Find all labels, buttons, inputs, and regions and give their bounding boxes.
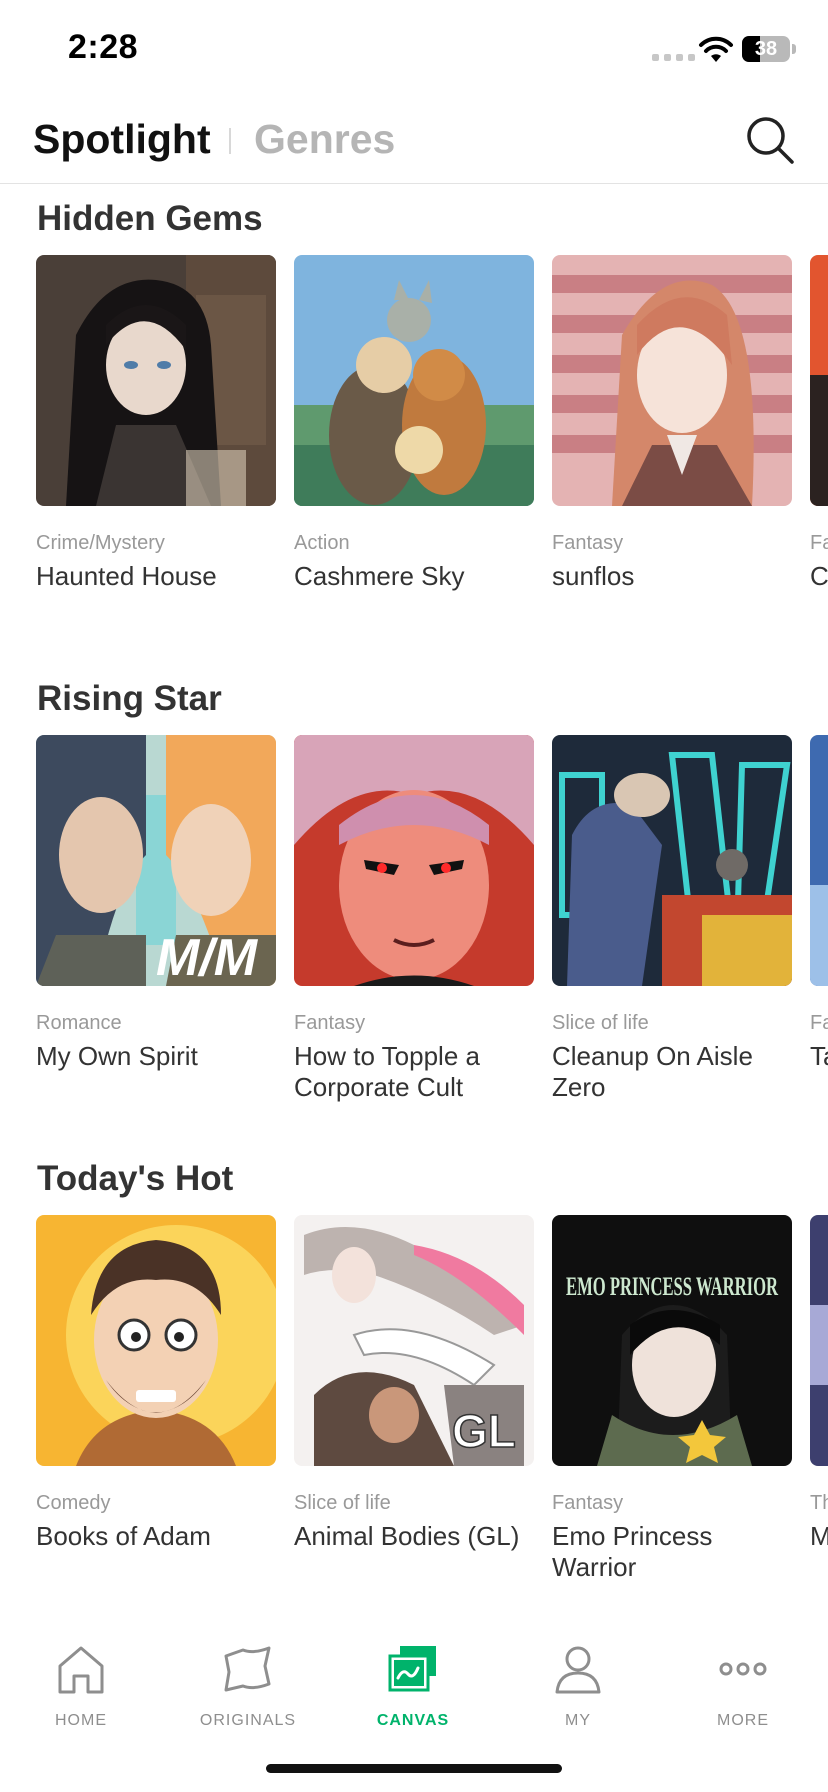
- cover-text: GL: [452, 1405, 516, 1457]
- section-title: Rising Star: [37, 679, 222, 718]
- tab-genres[interactable]: Genres: [254, 116, 395, 163]
- series-card[interactable]: Fa Ta: [810, 735, 828, 1072]
- series-title: How to Topple a Corporate Cult: [294, 1041, 480, 1102]
- series-genre: Crime/Mystery: [36, 532, 165, 554]
- series-cover: M/M: [36, 735, 276, 986]
- originals-icon: [224, 1646, 271, 1692]
- tab-spotlight[interactable]: Spotlight: [33, 116, 211, 163]
- canvas-icon: [388, 1646, 436, 1692]
- series-genre: Fa: [810, 1012, 828, 1034]
- series-title: Cashmere Sky: [294, 561, 465, 591]
- nav-more[interactable]: MORE: [678, 1642, 808, 1730]
- series-card[interactable]: EMO PRINCESS WARRIOR Fantasy Emo Princes…: [552, 1215, 792, 1583]
- series-cover: EMO PRINCESS WARRIOR: [552, 1215, 792, 1466]
- battery-icon: 38: [742, 36, 790, 62]
- nav-originals[interactable]: ORIGINALS: [183, 1642, 313, 1730]
- search-icon[interactable]: [744, 114, 796, 166]
- series-genre: Fantasy: [552, 1492, 624, 1514]
- nav-canvas[interactable]: CANVAS: [348, 1642, 478, 1730]
- series-title: Ta: [810, 1041, 828, 1071]
- series-card[interactable]: Fantasy How to Topple a Corporate Cult: [294, 735, 534, 1103]
- series-title: My Own Spirit: [36, 1041, 198, 1071]
- series-title: Books of Adam: [36, 1521, 211, 1551]
- battery-cap: [792, 44, 796, 54]
- series-genre: Action: [294, 532, 350, 554]
- series-title: Haunted House: [36, 561, 217, 591]
- wifi-icon: [699, 36, 733, 62]
- series-genre: Th: [810, 1492, 828, 1514]
- series-title: sunflos: [552, 561, 635, 591]
- top-header: Spotlight Genres: [0, 96, 828, 184]
- nav-label: MY: [565, 1712, 591, 1729]
- status-time: 2:28: [68, 28, 139, 66]
- series-genre: Romance: [36, 1012, 122, 1034]
- series-card[interactable]: Crime/Mystery Haunted House: [36, 255, 276, 592]
- series-cover: [810, 735, 828, 986]
- nav-label: HOME: [55, 1712, 107, 1729]
- series-cover: [552, 255, 792, 506]
- series-genre: Slice of life: [552, 1012, 649, 1034]
- series-card[interactable]: Fa C: [810, 255, 828, 592]
- nav-label: ORIGINALS: [199, 1712, 297, 1729]
- cover-text: EMO PRINCESS WARRIOR: [566, 1272, 778, 1301]
- series-genre: Slice of life: [294, 1492, 391, 1514]
- series-card[interactable]: Action Cashmere Sky: [294, 255, 534, 592]
- series-cover: [294, 735, 534, 986]
- nav-home[interactable]: HOME: [16, 1642, 146, 1730]
- series-genre: Fa: [810, 532, 828, 554]
- tab-divider: [229, 128, 231, 154]
- nav-my[interactable]: MY: [513, 1642, 643, 1730]
- spotlight-feed[interactable]: Hidden Gems Crime/Mystery Haunted House: [0, 185, 828, 1615]
- cellular-signal-icon: [652, 54, 695, 61]
- section-title: Today's Hot: [37, 1159, 234, 1198]
- series-card[interactable]: Th M a: [810, 1215, 828, 1552]
- series-cover: [552, 735, 792, 986]
- series-cover: [810, 1215, 828, 1466]
- more-icon: [719, 1662, 767, 1676]
- nav-label: MORE: [717, 1712, 769, 1729]
- series-card[interactable]: Comedy Books of Adam: [36, 1215, 276, 1552]
- series-title: Animal Bodies (GL): [294, 1521, 520, 1551]
- series-genre: Comedy: [36, 1492, 111, 1514]
- nav-label: CANVAS: [376, 1712, 450, 1729]
- series-genre: Fantasy: [294, 1012, 366, 1034]
- series-title: M a: [810, 1521, 828, 1551]
- cover-text: M/M: [156, 929, 259, 986]
- series-card[interactable]: M/M Romance My Own Spirit: [36, 735, 276, 1072]
- series-genre: Fantasy: [552, 532, 624, 554]
- series-card[interactable]: Slice of life Cleanup On Aisle Zero: [552, 735, 792, 1103]
- series-card[interactable]: GL Slice of life Animal Bodies (GL): [294, 1215, 534, 1552]
- home-icon: [58, 1646, 104, 1694]
- series-cover: [294, 255, 534, 506]
- series-cover: [36, 1215, 276, 1466]
- person-icon: [555, 1646, 601, 1694]
- series-title: Emo Princess Warrior: [552, 1521, 713, 1582]
- status-bar: 2:28 38: [0, 0, 828, 96]
- series-title: Cleanup On Aisle Zero: [552, 1041, 753, 1102]
- series-cover: [810, 255, 828, 506]
- series-cover: GL: [294, 1215, 534, 1466]
- battery-level: 38: [754, 38, 778, 60]
- bottom-navigation: HOME ORIGINALS CANVAS MY MORE: [0, 1616, 828, 1756]
- series-title: C: [810, 561, 828, 591]
- series-card[interactable]: Fantasy sunflos: [552, 255, 792, 592]
- section-title: Hidden Gems: [37, 199, 263, 238]
- home-indicator[interactable]: [266, 1764, 562, 1773]
- series-cover: [36, 255, 276, 506]
